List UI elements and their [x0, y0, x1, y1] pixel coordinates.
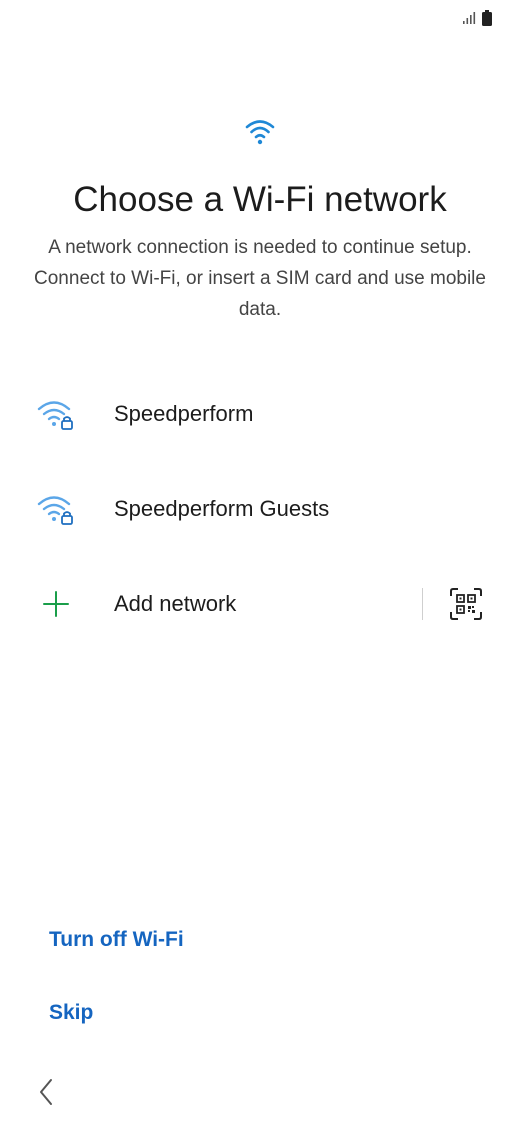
back-chevron-icon[interactable] [30, 1074, 62, 1110]
wifi-icon [0, 118, 520, 146]
wifi-lock-icon [36, 489, 76, 529]
battery-icon [482, 10, 492, 31]
add-network-row[interactable]: Add network [0, 557, 520, 651]
status-bar [0, 0, 520, 40]
page-title: Choose a Wi-Fi network [73, 180, 447, 219]
add-network-label: Add network [114, 591, 237, 616]
network-name: Speedperform Guests [114, 496, 330, 521]
plus-icon [36, 584, 76, 624]
page-subtitle: A network connection is needed to contin… [34, 237, 486, 320]
skip-link[interactable]: Skip [49, 1001, 93, 1025]
qr-scan-icon[interactable] [446, 584, 486, 624]
wifi-lock-icon [36, 394, 76, 434]
network-item-speedperform-guests[interactable]: Speedperform Guests [0, 462, 520, 556]
status-icons [462, 10, 492, 31]
signal-icon [462, 11, 476, 30]
network-item-speedperform[interactable]: Speedperform [0, 367, 520, 461]
turn-off-wifi-link[interactable]: Turn off Wi-Fi [49, 928, 184, 952]
divider [422, 588, 423, 620]
network-name: Speedperform [114, 401, 254, 426]
